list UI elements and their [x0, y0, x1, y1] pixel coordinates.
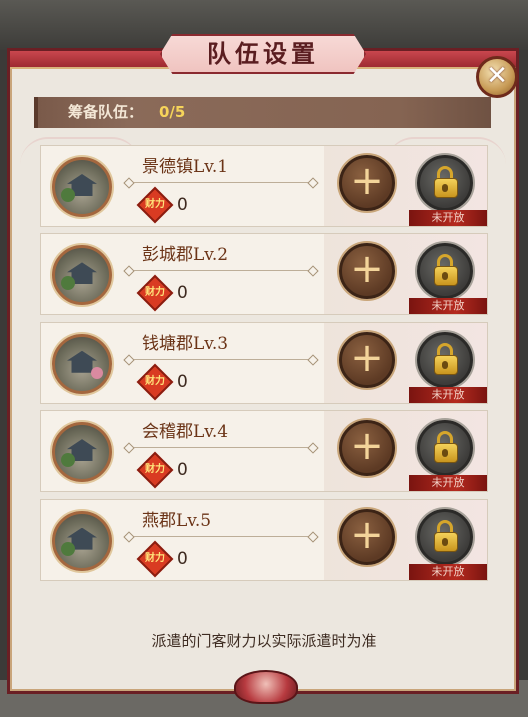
team-slot-row: 会稽郡Lv.4 财力 0 + 未开放	[40, 410, 488, 493]
team-status-bar: 筹备队伍： 0/5	[34, 97, 491, 128]
divider	[129, 358, 313, 360]
wealth-icon: 财力	[136, 363, 174, 401]
add-member-button[interactable]: +	[339, 331, 395, 388]
city-avatar	[52, 245, 112, 306]
wealth-value: 0	[177, 283, 188, 304]
plus-icon: +	[350, 158, 384, 204]
add-member-button[interactable]: +	[339, 420, 395, 477]
locked-slot-button[interactable]	[417, 243, 473, 300]
locked-label: 未开放	[409, 386, 487, 403]
team-label: 筹备队伍：	[68, 103, 144, 121]
add-member-button[interactable]: +	[339, 155, 395, 211]
lock-keyhole	[442, 184, 448, 192]
divider	[129, 182, 313, 183]
plus-icon: +	[350, 246, 384, 293]
team-slot-row: 彭城郡Lv.2 财力 0 + 未开放	[40, 233, 488, 316]
locked-slot-button[interactable]	[417, 420, 473, 477]
tree-icon	[61, 276, 75, 291]
footer-note: 派遣的门客财力以实际派遣时为准	[151, 632, 377, 650]
wealth-icon-text: 财力	[145, 464, 165, 476]
team-slot-row: 钱塘郡Lv.3 财力 0 + 未开放	[40, 321, 488, 404]
city-name: 钱塘郡Lv.3	[142, 333, 229, 354]
wealth-value: 0	[177, 548, 188, 569]
add-member-button[interactable]: +	[339, 508, 395, 565]
page-title: 队伍设置	[207, 39, 319, 68]
bottom-knot-ornament	[234, 670, 298, 704]
city-avatar	[52, 422, 112, 483]
city-name: 彭城郡Lv.2	[142, 245, 229, 266]
city-name: 会稽郡Lv.4	[142, 422, 229, 443]
wealth-icon: 财力	[136, 451, 174, 489]
team-slot-row: 燕郡Lv.5 财力 0 + 未开放	[40, 498, 488, 581]
divider	[129, 535, 313, 537]
wealth-icon: 财力	[136, 540, 174, 577]
team-count: 0/5	[159, 103, 186, 121]
locked-slot-button[interactable]	[417, 331, 473, 388]
tree-icon	[61, 188, 75, 202]
close-button[interactable]: ✕	[476, 56, 518, 98]
locked-label: 未开放	[409, 563, 487, 580]
plus-icon: +	[350, 511, 384, 558]
wealth-icon: 财力	[136, 186, 174, 224]
locked-label: 未开放	[409, 298, 487, 315]
wealth-value: 0	[177, 195, 188, 215]
lock-keyhole	[442, 449, 448, 458]
lock-keyhole	[442, 360, 448, 369]
locked-label: 未开放	[409, 210, 487, 226]
city-avatar	[52, 157, 112, 217]
team-slot-list: 景德镇Lv.1 财力 0 + 未开放 彭城郡Lv.2 财力 0 + 未开放 钱塘…	[40, 145, 488, 587]
tree-icon	[61, 453, 75, 468]
tree-icon	[61, 541, 75, 556]
locked-label: 未开放	[409, 475, 487, 492]
wealth-icon-text: 财力	[145, 375, 165, 387]
divider	[129, 270, 313, 272]
title-plaque: 队伍设置	[160, 30, 366, 78]
locked-slot-button[interactable]	[417, 508, 473, 565]
plus-icon: +	[350, 423, 384, 470]
lock-keyhole	[442, 537, 448, 546]
plus-icon: +	[350, 334, 384, 381]
locked-slot-button[interactable]	[417, 155, 473, 211]
wealth-value: 0	[177, 371, 188, 392]
city-avatar	[52, 333, 112, 394]
wealth-icon: 财力	[136, 275, 174, 312]
wealth-icon-text: 财力	[145, 552, 165, 564]
city-name: 景德镇Lv.1	[142, 157, 229, 177]
city-name: 燕郡Lv.5	[142, 510, 212, 531]
blossom-icon	[91, 366, 103, 379]
close-icon: ✕	[486, 61, 508, 91]
wealth-icon-text: 财力	[145, 199, 165, 210]
add-member-button[interactable]: +	[339, 243, 395, 300]
wealth-value: 0	[177, 460, 188, 481]
city-avatar	[52, 510, 112, 571]
team-slot-row: 景德镇Lv.1 财力 0 + 未开放	[40, 145, 488, 227]
wealth-icon-text: 财力	[145, 287, 165, 299]
divider	[129, 447, 313, 449]
